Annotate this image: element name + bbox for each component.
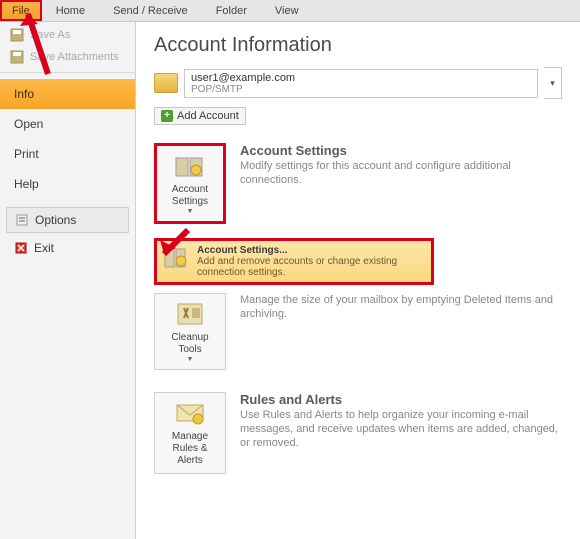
save-as-item: Save As [0,24,135,46]
tab-send-receive[interactable]: Send / Receive [99,0,202,21]
account-settings-menu-icon [163,245,189,271]
cleanup-desc: Manage the size of your mailbox by empty… [240,293,562,322]
account-dropdown-arrow[interactable]: ▾ [544,67,562,99]
nav-info[interactable]: Info [0,79,135,109]
nav-open[interactable]: Open [0,109,135,139]
tab-file[interactable]: File [0,0,42,21]
rules-title: Rules and Alerts [240,392,562,407]
section-rules: Manage Rules & Alerts Rules and Alerts U… [154,392,562,474]
save-icon [10,28,24,42]
main-content: Account Information user1@example.com PO… [136,22,580,539]
nav-exit-label: Exit [34,241,54,255]
chevron-down-icon: ▼ [187,356,194,363]
nav-exit[interactable]: Exit [0,233,135,263]
save-attachments-label: Save Attachments [30,51,119,63]
rules-alerts-tile[interactable]: Manage Rules & Alerts [154,392,226,474]
account-settings-menu-item[interactable]: Account Settings... Add and remove accou… [154,238,434,285]
menu-item-desc: Add and remove accounts or change existi… [197,256,425,278]
plus-icon: + [161,110,173,122]
cleanup-icon [174,300,206,328]
chevron-down-icon: ▼ [187,208,194,215]
account-email: user1@example.com [191,72,531,84]
options-icon [15,213,29,227]
add-account-label: Add Account [177,110,239,122]
section-account-settings: Account Settings ▼ Account Settings Modi… [154,143,562,224]
account-settings-tile-label: Account Settings [161,184,219,208]
page-title: Account Information [154,34,562,57]
account-type: POP/SMTP [191,84,531,95]
sidebar-separator [0,72,135,73]
rules-tile-label: Manage Rules & Alerts [159,431,221,467]
account-selector[interactable]: user1@example.com POP/SMTP ▾ [154,67,562,99]
exit-icon [14,241,28,255]
ribbon-tabs: File Home Send / Receive Folder View [0,0,580,22]
account-settings-desc: Modify settings for this account and con… [240,159,562,188]
cleanup-tools-tile[interactable]: Cleanup Tools ▼ [154,293,226,370]
account-box: user1@example.com POP/SMTP [184,69,538,98]
save-attachments-item: Save Attachments [0,46,135,68]
account-settings-icon [174,152,206,180]
tab-view[interactable]: View [261,0,313,21]
save-as-label: Save As [30,29,70,41]
tab-home[interactable]: Home [42,0,99,21]
attachment-icon [10,50,24,64]
rules-icon [174,399,206,427]
nav-options-label: Options [35,213,76,227]
rules-desc: Use Rules and Alerts to help organize yo… [240,408,562,451]
add-account-button[interactable]: + Add Account [154,107,246,125]
account-settings-tile[interactable]: Account Settings ▼ [154,143,226,224]
backstage-sidebar: Save As Save Attachments Info Open Print… [0,22,136,539]
menu-item-title: Account Settings... [197,245,425,256]
cleanup-tile-label: Cleanup Tools [159,332,221,356]
section-cleanup: Cleanup Tools ▼ Manage the size of your … [154,293,562,370]
nav-options[interactable]: Options [6,207,129,233]
account-settings-title: Account Settings [240,143,562,158]
account-folder-icon [154,73,178,93]
tab-folder[interactable]: Folder [202,0,261,21]
nav-print[interactable]: Print [0,139,135,169]
nav-help[interactable]: Help [0,169,135,199]
